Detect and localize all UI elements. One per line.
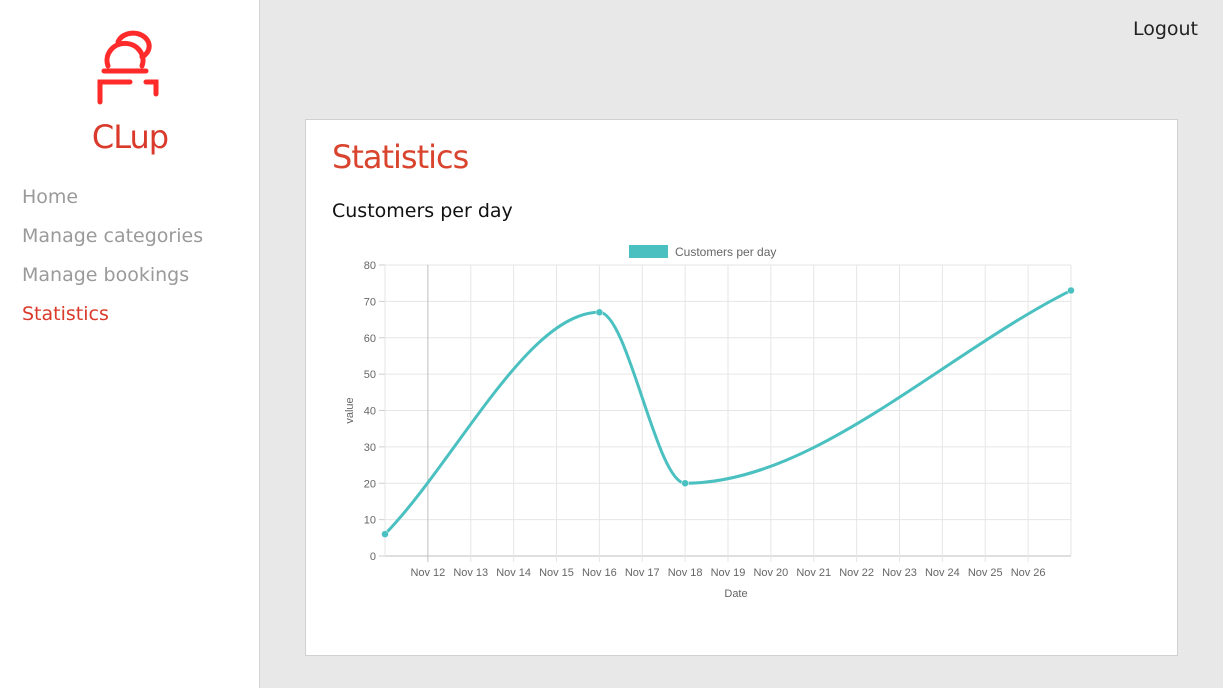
y-tick-label: 70 — [364, 296, 376, 308]
x-axis-title: Date — [724, 588, 747, 600]
x-tick-label: Nov 22 — [839, 567, 874, 579]
x-tick-label: Nov 23 — [882, 567, 917, 579]
x-tick-label: Nov 24 — [925, 567, 960, 579]
x-tick-label: Nov 15 — [539, 567, 574, 579]
x-tick-label: Nov 13 — [453, 567, 488, 579]
y-tick-label: 80 — [364, 260, 376, 272]
data-point — [381, 530, 389, 538]
x-tick-label: Nov 14 — [496, 567, 531, 579]
y-tick-label: 10 — [364, 515, 376, 527]
statistics-card: Statistics Customers per day 0 10 20 30 40 50… — [305, 119, 1178, 656]
y-tick-label: 60 — [364, 333, 376, 345]
logout-link[interactable]: Logout — [1133, 18, 1198, 40]
sidebar-item-statistics[interactable]: Statistics — [22, 303, 203, 342]
sidebar: CLup Home Manage categories Manage booki… — [0, 0, 260, 688]
y-axis-title: value — [344, 397, 356, 423]
x-tick-label: Nov 17 — [625, 567, 660, 579]
customers-chart: 0 10 20 30 40 50 60 70 80 Nov 12 Nov 13 Nov 14 Nov 1… — [344, 245, 1075, 600]
x-tick-label: Nov 20 — [753, 567, 788, 579]
x-tick-label: Nov 18 — [668, 567, 703, 579]
brand-name: CLup — [91, 118, 169, 156]
y-tick-label: 40 — [364, 406, 376, 418]
sidebar-nav: Home Manage categories Manage bookings S… — [22, 186, 203, 342]
data-point — [595, 308, 604, 317]
y-tick-label: 20 — [364, 478, 376, 490]
x-tick-label: Nov 16 — [582, 567, 617, 579]
sidebar-item-home[interactable]: Home — [22, 186, 203, 225]
data-point — [1067, 286, 1075, 295]
x-tick-label: Nov 25 — [968, 567, 1003, 579]
x-tick-label: Nov 21 — [796, 567, 831, 579]
x-tick-label: Nov 19 — [711, 567, 746, 579]
logo-icon — [97, 30, 159, 105]
sidebar-item-manage-bookings[interactable]: Manage bookings — [22, 264, 203, 303]
y-tick-label: 30 — [364, 442, 376, 454]
x-tick-label: Nov 12 — [410, 567, 445, 579]
legend-label: Customers per day — [675, 245, 776, 259]
data-point — [681, 479, 689, 487]
y-tick-label: 50 — [364, 369, 376, 381]
y-tick-label: 0 — [370, 551, 376, 563]
legend-swatch — [629, 245, 668, 258]
x-tick-label: Nov 26 — [1011, 567, 1046, 579]
sidebar-item-manage-categories[interactable]: Manage categories — [22, 225, 203, 264]
